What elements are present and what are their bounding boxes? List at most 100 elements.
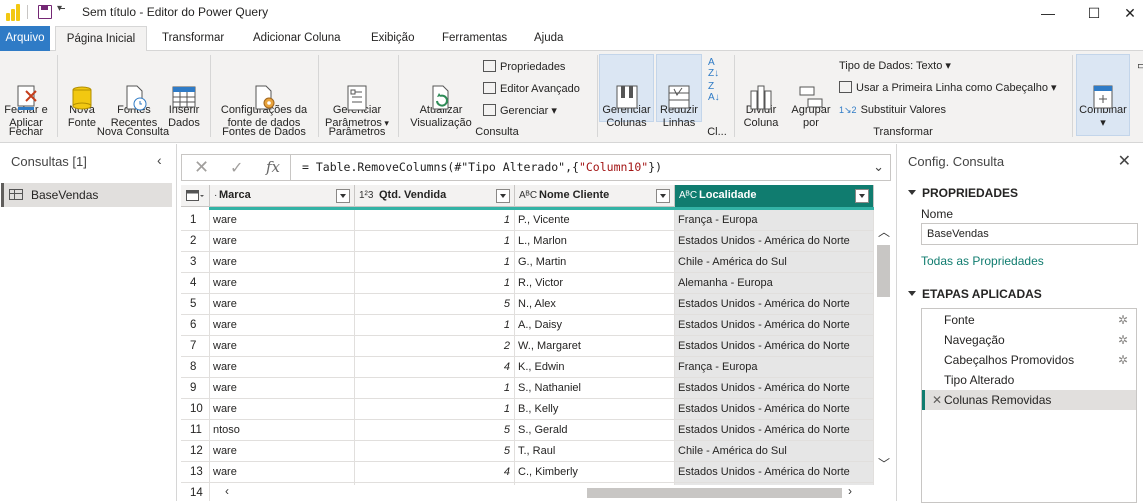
formula-input[interactable]: = Table.RemoveColumns(#"Tipo Alterado",{…: [302, 160, 662, 174]
manage-button[interactable]: Gerenciar ▾: [483, 104, 557, 118]
data-source-settings-button[interactable]: Configurações da fonte de dados: [215, 57, 313, 130]
table-cell[interactable]: 1: [355, 273, 515, 294]
table-cell[interactable]: L., Marlon: [515, 231, 675, 252]
reduce-rows-button[interactable]: Reduzir Linhas: [656, 57, 702, 130]
delete-step-icon[interactable]: ✕: [932, 390, 942, 410]
ribbon-overflow-icon[interactable]: ▭: [1137, 59, 1143, 73]
menu-transform[interactable]: Transformar: [156, 26, 230, 51]
sort-ascending-icon[interactable]: A Z↓: [708, 57, 719, 79]
table-cell[interactable]: Estados Unidos - América do Norte: [675, 336, 874, 357]
split-column-button[interactable]: Dividir Coluna: [739, 57, 783, 130]
table-cell[interactable]: França - Europa: [675, 210, 874, 231]
close-settings-icon[interactable]: ✕: [1118, 151, 1131, 171]
cancel-formula-icon[interactable]: ✕: [194, 157, 209, 178]
table-cell[interactable]: 4: [355, 357, 515, 378]
table-cell[interactable]: S., Gerald: [515, 420, 675, 441]
menu-tools[interactable]: Ferramentas: [436, 26, 513, 51]
table-cell[interactable]: Estados Unidos - América do Norte: [675, 399, 874, 420]
table-menu-button[interactable]: [181, 185, 210, 207]
table-cell[interactable]: ware: [210, 273, 355, 294]
table-cell[interactable]: ware: [210, 231, 355, 252]
table-cell[interactable]: ware: [210, 336, 355, 357]
table-cell[interactable]: 1: [355, 315, 515, 336]
table-cell[interactable]: T., Raul: [515, 441, 675, 462]
scroll-down-icon[interactable]: ﹀: [878, 455, 890, 472]
table-cell[interactable]: ware: [210, 210, 355, 231]
new-source-button[interactable]: Nova Fonte: [61, 57, 103, 130]
table-cell[interactable]: ware: [210, 441, 355, 462]
close-apply-button[interactable]: Fechar e Aplicar: [2, 57, 50, 130]
data-type-dropdown[interactable]: Tipo de Dados: Texto ▾: [839, 59, 951, 73]
step-cabecalhos-promovidos[interactable]: Cabeçalhos Promovidos ✲: [922, 350, 1136, 370]
scroll-right-icon[interactable]: ›: [848, 484, 852, 498]
table-cell[interactable]: B., Kelly: [515, 399, 675, 420]
column-header-qtd-vendida[interactable]: 1²3 Qtd. Vendida: [355, 185, 515, 207]
table-cell[interactable]: P., Vicente: [515, 210, 675, 231]
manage-parameters-button[interactable]: Gerenciar Parâmetros ▾: [322, 57, 392, 130]
horizontal-scroll-thumb[interactable]: [587, 488, 842, 498]
table-cell[interactable]: Estados Unidos - América do Norte: [675, 462, 874, 483]
maximize-button[interactable]: ☐: [1071, 0, 1117, 26]
table-cell[interactable]: ware: [210, 357, 355, 378]
table-cell[interactable]: 1: [355, 210, 515, 231]
table-cell[interactable]: 5: [355, 294, 515, 315]
menu-help[interactable]: Ajuda: [528, 26, 569, 51]
table-cell[interactable]: Estados Unidos - América do Norte: [675, 231, 874, 252]
gear-icon[interactable]: ✲: [1118, 310, 1128, 330]
refresh-preview-button[interactable]: Atualizar Visualização: [403, 57, 479, 130]
minimize-button[interactable]: —: [1025, 0, 1071, 26]
table-cell[interactable]: Estados Unidos - América do Norte: [675, 378, 874, 399]
use-first-row-header-button[interactable]: Usar a Primeira Linha como Cabeçalho ▾: [839, 81, 1057, 95]
sort-descending-icon[interactable]: Z A↓: [708, 81, 720, 103]
table-cell[interactable]: Chile - América do Sul: [675, 441, 874, 462]
table-cell[interactable]: ware: [210, 399, 355, 420]
table-cell[interactable]: 5: [355, 420, 515, 441]
table-cell[interactable]: 2: [355, 336, 515, 357]
group-by-button[interactable]: Agrupar por: [788, 57, 834, 130]
gear-icon[interactable]: ✲: [1118, 330, 1128, 350]
manage-columns-button[interactable]: Gerenciar Colunas: [599, 57, 654, 130]
vertical-scrollbar[interactable]: ︿ ﹀: [874, 185, 894, 485]
menu-home[interactable]: Página Inicial: [55, 26, 147, 52]
table-cell[interactable]: ware: [210, 378, 355, 399]
table-cell[interactable]: Estados Unidos - América do Norte: [675, 294, 874, 315]
vertical-scroll-thumb[interactable]: [877, 245, 890, 297]
table-cell[interactable]: A., Daisy: [515, 315, 675, 336]
recent-sources-button[interactable]: Fontes Recentes: [108, 57, 160, 130]
query-name-input[interactable]: BaseVendas: [921, 223, 1138, 245]
horizontal-scrollbar[interactable]: ‹ ›: [210, 484, 874, 501]
enter-data-button[interactable]: Inserir Dados: [163, 57, 205, 130]
applied-steps-section-title[interactable]: ETAPAS APLICADAS: [908, 287, 1042, 301]
table-cell[interactable]: Chile - América do Sul: [675, 252, 874, 273]
confirm-formula-icon[interactable]: ✓: [230, 158, 243, 178]
column-filter-icon[interactable]: [496, 189, 510, 203]
step-navegacao[interactable]: Navegação ✲: [922, 330, 1136, 350]
table-cell[interactable]: C., Kimberly: [515, 462, 675, 483]
table-cell[interactable]: 4: [355, 462, 515, 483]
column-filter-icon[interactable]: [656, 189, 670, 203]
save-icon[interactable]: [38, 5, 52, 19]
table-cell[interactable]: 1: [355, 399, 515, 420]
scroll-left-icon[interactable]: ‹: [225, 484, 229, 498]
table-cell[interactable]: 1: [355, 378, 515, 399]
column-header-marca[interactable]: · Marca: [210, 185, 355, 207]
table-cell[interactable]: França - Europa: [675, 357, 874, 378]
advanced-editor-button[interactable]: Editor Avançado: [483, 82, 580, 96]
query-item-basevendas[interactable]: BaseVendas: [1, 183, 172, 207]
quick-access-dropdown-icon[interactable]: ▾: [57, 3, 66, 14]
table-cell[interactable]: R., Victor: [515, 273, 675, 294]
step-tipo-alterado[interactable]: Tipo Alterado: [922, 370, 1136, 390]
properties-button[interactable]: Propriedades: [483, 60, 565, 74]
table-cell[interactable]: ware: [210, 462, 355, 483]
gear-icon[interactable]: ✲: [1118, 350, 1128, 370]
table-cell[interactable]: 5: [355, 441, 515, 462]
table-cell[interactable]: ntoso: [210, 420, 355, 441]
table-cell[interactable]: ware: [210, 294, 355, 315]
table-cell[interactable]: G., Martin: [515, 252, 675, 273]
table-cell[interactable]: N., Alex: [515, 294, 675, 315]
step-colunas-removidas[interactable]: ✕ Colunas Removidas: [922, 390, 1136, 410]
table-cell[interactable]: W., Margaret: [515, 336, 675, 357]
table-cell[interactable]: Estados Unidos - América do Norte: [675, 315, 874, 336]
table-cell[interactable]: ware: [210, 252, 355, 273]
fx-icon[interactable]: fx: [266, 158, 280, 176]
